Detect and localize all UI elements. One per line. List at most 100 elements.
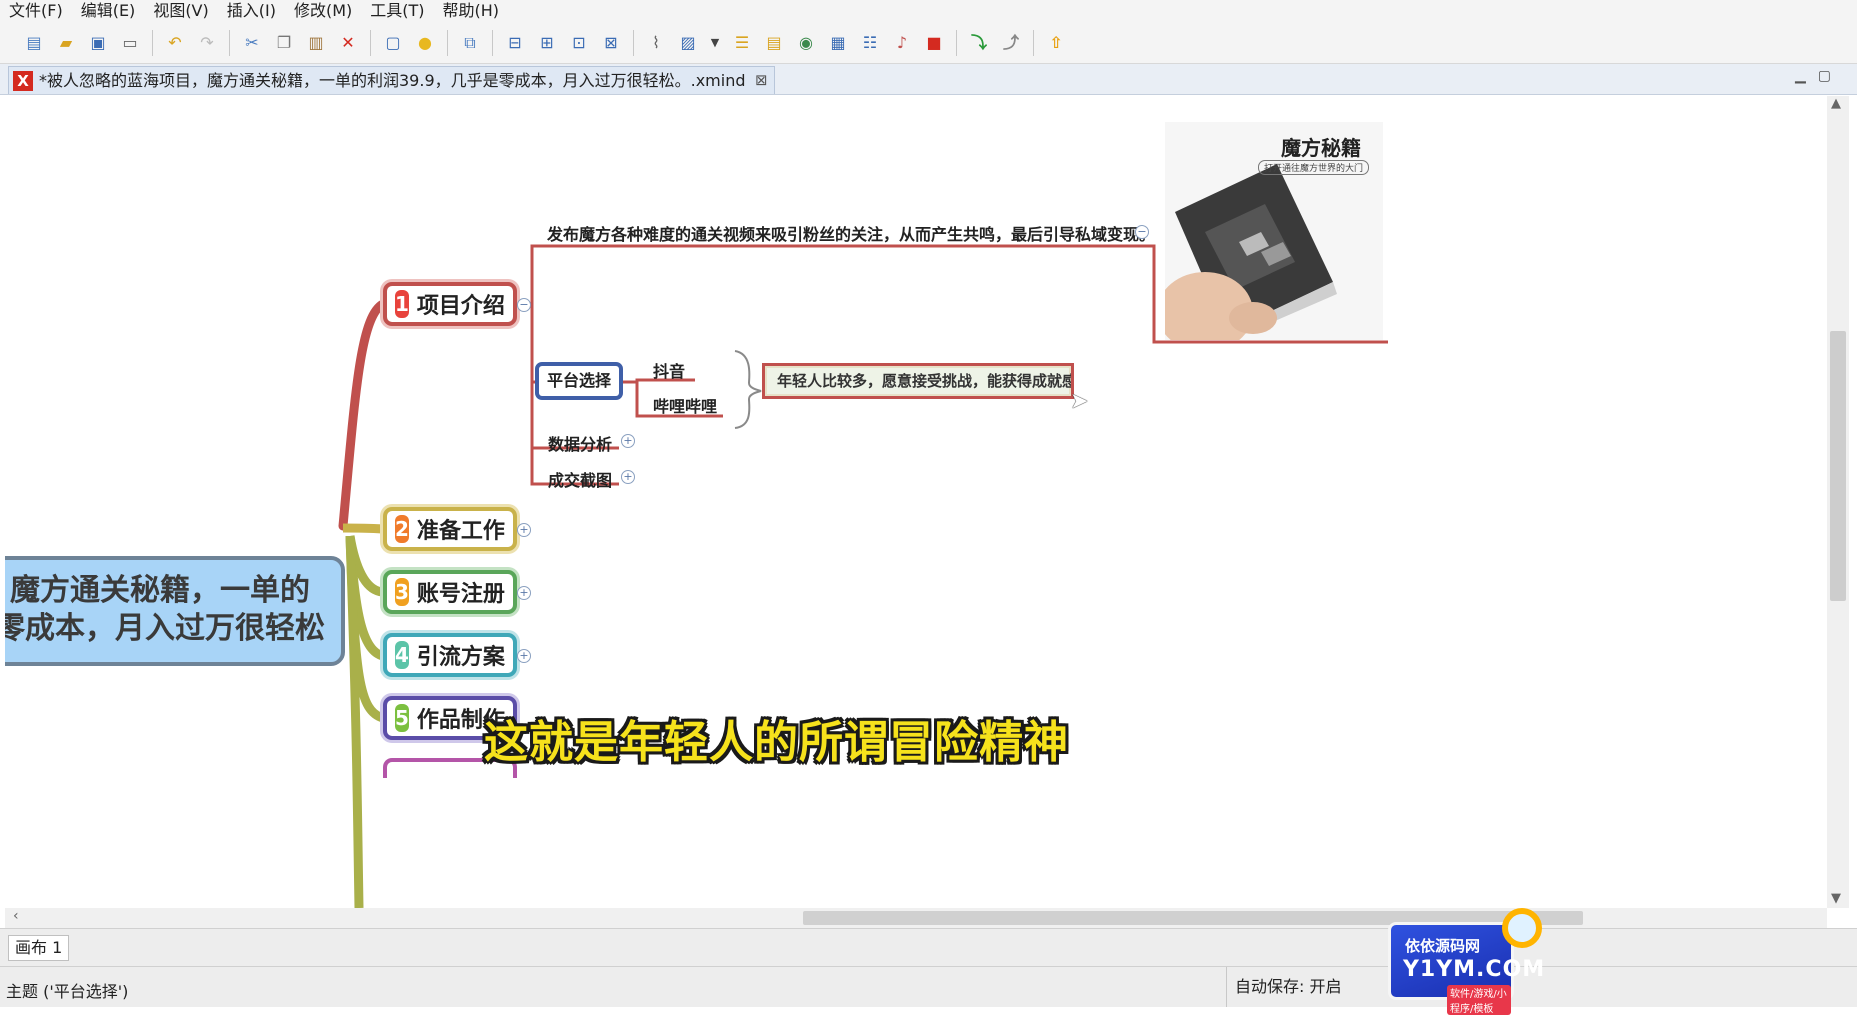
- branch-line-1: [338, 299, 388, 531]
- expand-topic-4-icon[interactable]: +: [517, 649, 531, 663]
- mindmap-connectors: [338, 244, 1388, 908]
- topic-account-registration[interactable]: 3 账号注册: [383, 570, 517, 614]
- undo-icon[interactable]: ↶: [164, 32, 186, 54]
- book-image[interactable]: 魔方秘籍 打开通往魔方世界的大门: [1165, 122, 1383, 340]
- menu-insert[interactable]: 插入(I): [218, 0, 285, 22]
- boundary-icon[interactable]: ☰: [731, 32, 753, 54]
- copy-icon[interactable]: ❐: [273, 32, 295, 54]
- topic-label: 账号注册: [416, 582, 505, 607]
- collapse-intro-icon[interactable]: −: [1135, 225, 1149, 239]
- paste-icon[interactable]: ▥: [305, 32, 327, 54]
- toolbar-separator: [956, 29, 957, 56]
- summary-topic[interactable]: 年轻人比较多，愿意接受挑战，能获得成就感。: [762, 363, 1074, 399]
- book-subtitle: 打开通往魔方世界的大门: [1257, 160, 1369, 175]
- drill-down-icon[interactable]: ⤵: [968, 32, 990, 54]
- note-icon[interactable]: ▤: [763, 32, 785, 54]
- vertical-scrollbar[interactable]: ▲ ▼: [1827, 96, 1849, 908]
- watermark-badge: 依依源码网 Y1YM.COM 软件/游戏/小程序/模板: [1388, 922, 1544, 1015]
- vertical-scroll-thumb[interactable]: [1830, 331, 1846, 601]
- home-icon[interactable]: ⇧: [1045, 32, 1067, 54]
- summary-icon[interactable]: ☷: [859, 32, 881, 54]
- topic-project-intro[interactable]: 1 项目介绍: [383, 282, 517, 326]
- print-icon[interactable]: ▭: [119, 32, 141, 54]
- attachment-icon[interactable]: ⌇: [645, 32, 667, 54]
- topic-data-analysis[interactable]: 数据分析: [548, 431, 612, 455]
- priority-4-icon: 4: [395, 641, 409, 669]
- new-file-icon[interactable]: ▤: [23, 32, 45, 54]
- insert-subtopic-icon[interactable]: ⊞: [536, 32, 558, 54]
- maximize-icon[interactable]: ▢: [1818, 68, 1843, 84]
- globe-icon[interactable]: ◉: [795, 32, 817, 54]
- menu-help[interactable]: 帮助(H): [434, 0, 509, 22]
- video-subtitle: 这就是年轻人的所谓冒险精神: [484, 717, 1069, 768]
- status-autosave[interactable]: 自动保存: 开启: [1226, 967, 1341, 1007]
- toolbar-separator: [447, 29, 448, 56]
- topic-preparation[interactable]: 2 准备工作: [383, 507, 517, 551]
- menu-modify[interactable]: 修改(M): [285, 0, 361, 22]
- expand-topic-2-icon[interactable]: +: [517, 523, 531, 537]
- topic-traffic-plan[interactable]: 4 引流方案: [383, 633, 517, 677]
- open-folder-icon[interactable]: ▰: [55, 32, 77, 54]
- central-topic-line2: 零成本，月入过万很轻松: [5, 611, 325, 646]
- collapse-topic-1-icon[interactable]: −: [517, 298, 531, 312]
- menu-tools[interactable]: 工具(T): [361, 0, 433, 22]
- close-tab-icon[interactable]: ⊠: [755, 67, 768, 94]
- stop-icon[interactable]: ■: [923, 32, 945, 54]
- priority-1-icon: 1: [395, 290, 409, 318]
- toolbar-separator: [229, 29, 230, 56]
- editor-window-controls: ▁▢: [1795, 68, 1843, 84]
- watermark-line3: 软件/游戏/小程序/模板: [1447, 985, 1511, 1015]
- sheet-tab-bar: 画布 1: [0, 928, 1857, 967]
- lightbulb-icon[interactable]: ●: [414, 32, 436, 54]
- topic-deal-screenshot[interactable]: 成交截图: [548, 467, 612, 491]
- image-icon[interactable]: ▨: [677, 32, 699, 54]
- document-tab-bar: X *被人忽略的蓝海项目，魔方通关秘籍，一单的利润39.9，几乎是零成本，月入过…: [0, 64, 1857, 95]
- status-selected-topic: 主题 ('平台选择'): [6, 982, 129, 1001]
- priority-3-icon: 3: [395, 578, 409, 606]
- sheet-tab[interactable]: 画布 1: [8, 935, 70, 961]
- label-icon[interactable]: ▦: [827, 32, 849, 54]
- relationship-link-icon[interactable]: ♪: [891, 32, 913, 54]
- scroll-left-icon[interactable]: ‹: [13, 908, 19, 924]
- drill-up-icon[interactable]: ⤴: [1000, 32, 1022, 54]
- menu-edit[interactable]: 编辑(E): [72, 0, 145, 22]
- intro-text[interactable]: 发布魔方各种难度的通关视频来吸引粉丝的关注，从而产生共鸣，最后引导私域变现。: [547, 221, 1155, 245]
- relationship-icon[interactable]: ⧉: [459, 32, 481, 54]
- insert-parent-icon[interactable]: ⊠: [600, 32, 622, 54]
- menu-bar: 文件(F) 编辑(E) 视图(V) 插入(I) 修改(M) 工具(T) 帮助(H…: [0, 0, 1857, 22]
- menu-file[interactable]: 文件(F): [0, 0, 72, 22]
- central-topic-line1: 魔方通关秘籍，一单的: [10, 573, 310, 608]
- insert-topic-icon[interactable]: ⊟: [504, 32, 526, 54]
- topic-douyin[interactable]: 抖音: [653, 358, 685, 382]
- watermark-line1: 依依源码网: [1405, 937, 1481, 955]
- delete-icon[interactable]: ✕: [337, 32, 359, 54]
- minimize-icon[interactable]: ▁: [1795, 68, 1818, 84]
- topic-platform-selection[interactable]: 平台选择: [535, 362, 623, 400]
- expand-data-analysis-icon[interactable]: +: [621, 434, 635, 448]
- cut-icon[interactable]: ✂: [241, 32, 263, 54]
- toolbar-separator: [152, 29, 153, 56]
- toolbar-separator: [492, 29, 493, 56]
- mindmap-canvas[interactable]: 魔方通关秘籍，一单的 零成本，月入过万很轻松 1 项目介绍 − 发布魔方各种难度…: [5, 96, 1827, 908]
- comment-icon[interactable]: ▢: [382, 32, 404, 54]
- redo-icon[interactable]: ↷: [196, 32, 218, 54]
- toolbar-separator: [633, 29, 634, 56]
- expand-topic-3-icon[interactable]: +: [517, 586, 531, 600]
- save-icon[interactable]: ▣: [87, 32, 109, 54]
- document-tab-title: *被人忽略的蓝海项目，魔方通关秘籍，一单的利润39.9，几乎是零成本，月入过万很…: [39, 71, 746, 90]
- insert-before-icon[interactable]: ⊡: [568, 32, 590, 54]
- topic-label: 准备工作: [416, 519, 505, 544]
- scroll-up-icon[interactable]: ▲: [1831, 96, 1841, 111]
- toolbar-separator: [370, 29, 371, 56]
- topic-label: 项目介绍: [416, 294, 505, 319]
- menu-view[interactable]: 视图(V): [144, 0, 217, 22]
- expand-deal-screenshot-icon[interactable]: +: [621, 470, 635, 484]
- toolbar-separator: [1033, 29, 1034, 56]
- summary-brace: [734, 350, 762, 429]
- document-tab[interactable]: X *被人忽略的蓝海项目，魔方通关秘籍，一单的利润39.9，几乎是零成本，月入过…: [8, 66, 775, 94]
- topic-bilibili[interactable]: 哔哩哔哩: [653, 393, 717, 417]
- scroll-down-icon[interactable]: ▼: [1831, 891, 1841, 906]
- dropdown-icon[interactable]: ▼: [709, 32, 721, 54]
- central-topic[interactable]: 魔方通关秘籍，一单的 零成本，月入过万很轻松: [5, 556, 345, 666]
- status-bar: 主题 ('平台选择') 自动保存: 开启: [0, 966, 1857, 1007]
